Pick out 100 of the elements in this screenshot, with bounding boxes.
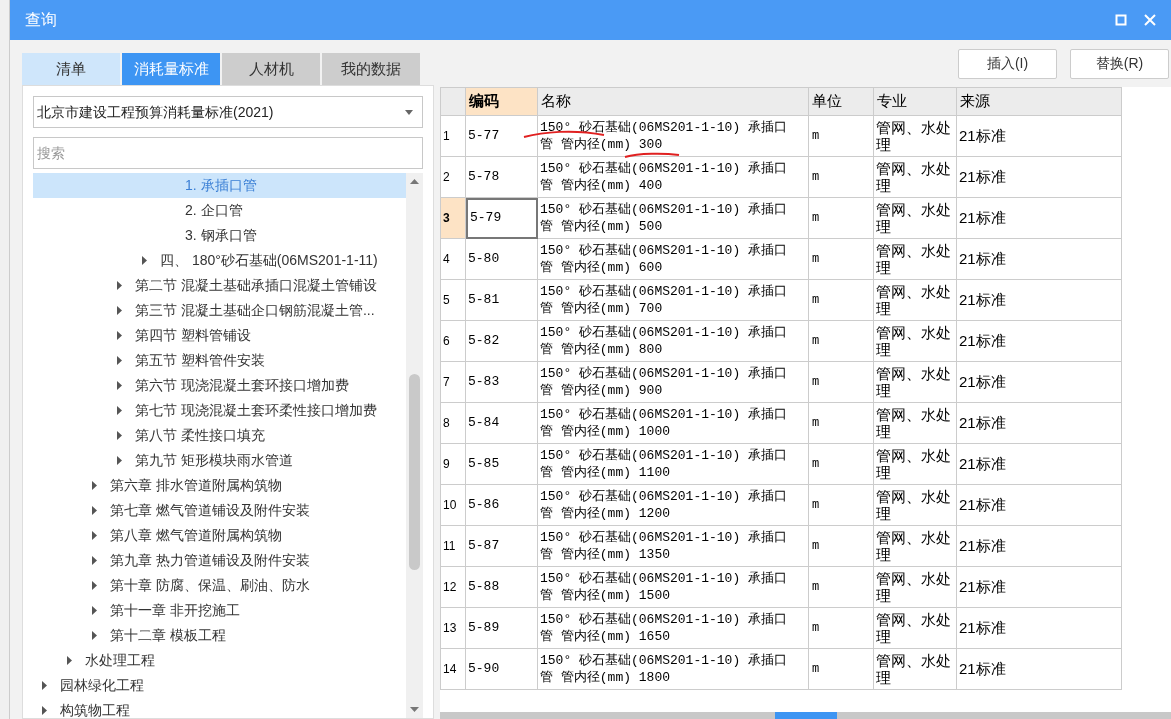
collapsed-caret-icon[interactable] bbox=[41, 681, 48, 690]
collapsed-caret-icon[interactable] bbox=[141, 256, 148, 265]
table-cell: 150° 砂石基础(06MS201-1-10) 承插口管 管内径(mm) 1650 bbox=[538, 608, 809, 649]
table-cell: 5-81 bbox=[466, 280, 538, 321]
collapsed-caret-icon[interactable] bbox=[41, 706, 48, 715]
tree-item[interactable]: 第九章 热力管道铺设及附件安装 bbox=[33, 548, 406, 573]
tree-item[interactable]: 水处理工程 bbox=[33, 648, 406, 673]
table-cell: 150° 砂石基础(06MS201-1-10) 承插口管 管内径(mm) 600 bbox=[538, 239, 809, 280]
library-dropdown[interactable]: 北京市建设工程预算消耗量标准(2021) bbox=[33, 96, 423, 128]
table-cell: 5-89 bbox=[466, 608, 538, 649]
table-cell: 管网、水处理 bbox=[874, 444, 957, 485]
table-cell: 管网、水处理 bbox=[874, 239, 957, 280]
tree-item[interactable]: 构筑物工程 bbox=[33, 698, 406, 718]
row-header[interactable]: 10 bbox=[441, 485, 466, 526]
table-cell: m bbox=[809, 567, 874, 608]
tree-item[interactable]: 第四节 塑料管铺设 bbox=[33, 323, 406, 348]
table-cell: 5-84 bbox=[466, 403, 538, 444]
collapsed-caret-icon[interactable] bbox=[91, 531, 98, 540]
search-field[interactable]: 搜索 bbox=[33, 137, 423, 169]
table-cell: 管网、水处理 bbox=[874, 526, 957, 567]
collapsed-caret-icon[interactable] bbox=[116, 456, 123, 465]
table-cell: 21标准 bbox=[957, 485, 1122, 526]
tree-item[interactable]: 第三节 混凝土基础企口钢筋混凝土管... bbox=[33, 298, 406, 323]
table-cell: 5-82 bbox=[466, 321, 538, 362]
collapsed-caret-icon[interactable] bbox=[116, 431, 123, 440]
tree-item[interactable]: 第十章 防腐、保温、刷油、防水 bbox=[33, 573, 406, 598]
tree-item[interactable]: 园林绿化工程 bbox=[33, 673, 406, 698]
row-header[interactable]: 6 bbox=[441, 321, 466, 362]
row-header[interactable]: 4 bbox=[441, 239, 466, 280]
scrollbar-thumb[interactable] bbox=[409, 374, 420, 570]
collapsed-caret-icon[interactable] bbox=[91, 631, 98, 640]
table-cell: 5-78 bbox=[466, 157, 538, 198]
row-header[interactable]: 11 bbox=[441, 526, 466, 567]
tree-item[interactable]: 第六节 现浇混凝土套环接口增加费 bbox=[33, 373, 406, 398]
tree-item[interactable]: 第八节 柔性接口填充 bbox=[33, 423, 406, 448]
collapsed-caret-icon[interactable] bbox=[91, 556, 98, 565]
collapsed-caret-icon[interactable] bbox=[116, 406, 123, 415]
collapsed-caret-icon[interactable] bbox=[116, 281, 123, 290]
collapsed-caret-icon[interactable] bbox=[116, 356, 123, 365]
column-header[interactable]: 名称 bbox=[538, 88, 809, 116]
row-header[interactable]: 12 bbox=[441, 567, 466, 608]
tree-item[interactable]: 第八章 燃气管道附属构筑物 bbox=[33, 523, 406, 548]
tree-item[interactable]: 第七章 燃气管道铺设及附件安装 bbox=[33, 498, 406, 523]
collapsed-caret-icon[interactable] bbox=[66, 656, 73, 665]
row-header[interactable]: 3 bbox=[441, 198, 466, 239]
collapsed-caret-icon[interactable] bbox=[91, 606, 98, 615]
column-header[interactable]: 来源 bbox=[957, 88, 1122, 116]
table-cell: 21标准 bbox=[957, 321, 1122, 362]
scroll-up-icon[interactable] bbox=[410, 179, 419, 184]
tree-item[interactable]: 四、 180°砂石基础(06MS201-1-11) bbox=[33, 248, 406, 273]
dropdown-caret-icon bbox=[405, 109, 413, 115]
action-button[interactable]: 插入(I) bbox=[958, 48, 1057, 79]
collapsed-caret-icon[interactable] bbox=[91, 581, 98, 590]
tree-item[interactable]: 第十二章 模板工程 bbox=[33, 623, 406, 648]
column-header[interactable]: 专业 bbox=[874, 88, 957, 116]
table-cell: 5-85 bbox=[466, 444, 538, 485]
table-cell: 21标准 bbox=[957, 649, 1122, 690]
tree-item[interactable]: 3. 钢承口管 bbox=[33, 223, 406, 248]
table-cell: 21标准 bbox=[957, 239, 1122, 280]
table-cell: m bbox=[809, 649, 874, 690]
tab[interactable]: 我的数据 bbox=[322, 53, 420, 85]
tree-item[interactable]: 第六章 排水管道附属构筑物 bbox=[33, 473, 406, 498]
collapsed-caret-icon[interactable] bbox=[91, 481, 98, 490]
collapsed-caret-icon[interactable] bbox=[116, 331, 123, 340]
table-cell: 管网、水处理 bbox=[874, 280, 957, 321]
table-cell: 150° 砂石基础(06MS201-1-10) 承插口管 管内径(mm) 400 bbox=[538, 157, 809, 198]
table-cell: 150° 砂石基础(06MS201-1-10) 承插口管 管内径(mm) 1500 bbox=[538, 567, 809, 608]
tab[interactable]: 清单 bbox=[22, 53, 120, 85]
splitter-handle[interactable] bbox=[774, 712, 837, 719]
table-cell: 150° 砂石基础(06MS201-1-10) 承插口管 管内径(mm) 1200 bbox=[538, 485, 809, 526]
scrollbar[interactable] bbox=[406, 173, 423, 718]
row-header[interactable]: 14 bbox=[441, 649, 466, 690]
row-header[interactable]: 9 bbox=[441, 444, 466, 485]
row-header[interactable]: 7 bbox=[441, 362, 466, 403]
table-cell: 21标准 bbox=[957, 567, 1122, 608]
table-cell: 5-90 bbox=[466, 649, 538, 690]
column-header[interactable]: 单位 bbox=[809, 88, 874, 116]
table-cell: 5-86 bbox=[466, 485, 538, 526]
tree-item[interactable]: 第五节 塑料管件安装 bbox=[33, 348, 406, 373]
row-header[interactable]: 8 bbox=[441, 403, 466, 444]
action-button[interactable]: 替换(R) bbox=[1070, 48, 1169, 79]
collapsed-caret-icon[interactable] bbox=[116, 306, 123, 315]
close-icon[interactable] bbox=[1144, 14, 1156, 26]
tree-item[interactable]: 第十一章 非开挖施工 bbox=[33, 598, 406, 623]
scroll-down-icon[interactable] bbox=[410, 707, 419, 712]
collapsed-caret-icon[interactable] bbox=[116, 381, 123, 390]
table-cell: 管网、水处理 bbox=[874, 403, 957, 444]
maximize-icon[interactable] bbox=[1115, 14, 1127, 26]
row-header[interactable]: 1 bbox=[441, 116, 466, 157]
tree-item[interactable]: 第二节 混凝土基础承插口混凝土管铺设 bbox=[33, 273, 406, 298]
row-header[interactable]: 5 bbox=[441, 280, 466, 321]
tree-item[interactable]: 2. 企口管 bbox=[33, 198, 406, 223]
tab[interactable]: 人材机 bbox=[222, 53, 320, 85]
collapsed-caret-icon[interactable] bbox=[91, 506, 98, 515]
table-cell: 21标准 bbox=[957, 280, 1122, 321]
tree-item[interactable]: 第九节 矩形模块雨水管道 bbox=[33, 448, 406, 473]
column-header[interactable]: 编码 bbox=[466, 88, 538, 116]
tree-item[interactable]: 第七节 现浇混凝土套环柔性接口增加费 bbox=[33, 398, 406, 423]
row-header[interactable]: 13 bbox=[441, 608, 466, 649]
window-title: 查询 bbox=[25, 10, 57, 30]
